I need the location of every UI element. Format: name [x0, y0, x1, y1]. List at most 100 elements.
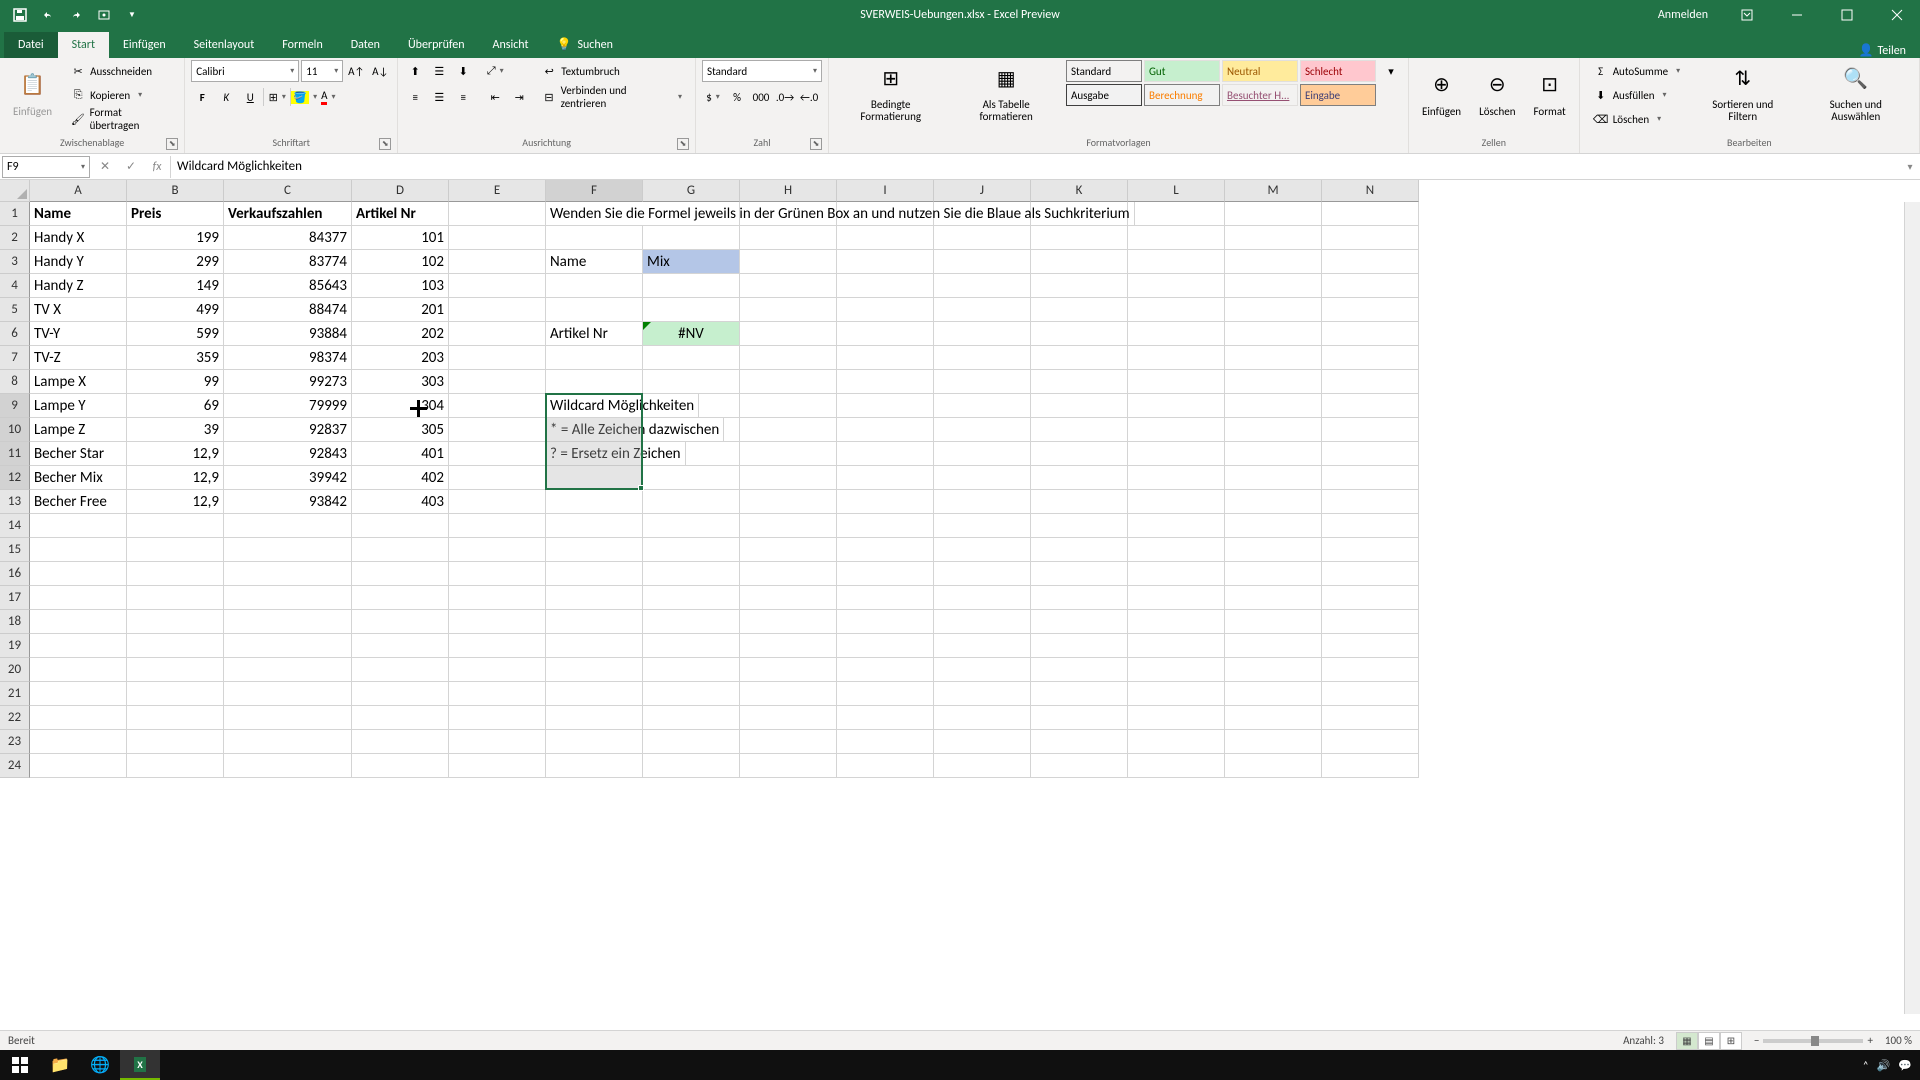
cell-E24[interactable]	[449, 754, 546, 778]
cell-G15[interactable]	[643, 538, 740, 562]
cell-E16[interactable]	[449, 562, 546, 586]
cell-B17[interactable]	[127, 586, 224, 610]
cell-F22[interactable]	[546, 706, 643, 730]
col-header-I[interactable]: I	[837, 180, 934, 202]
cell-B10[interactable]: 39	[127, 418, 224, 442]
cell-G12[interactable]	[643, 466, 740, 490]
signin-button[interactable]: Anmelden	[1646, 8, 1720, 22]
expand-formula-bar[interactable]: ▾	[1900, 160, 1920, 173]
cell-N13[interactable]	[1322, 490, 1419, 514]
cell-K6[interactable]	[1031, 322, 1128, 346]
col-header-A[interactable]: A	[30, 180, 127, 202]
cell-M4[interactable]	[1225, 274, 1322, 298]
row-header-3[interactable]: 3	[0, 250, 30, 274]
cell-N8[interactable]	[1322, 370, 1419, 394]
style-schlecht[interactable]: Schlecht	[1300, 60, 1376, 82]
cell-C10[interactable]: 92837	[224, 418, 352, 442]
cell-F21[interactable]	[546, 682, 643, 706]
cell-K19[interactable]	[1031, 634, 1128, 658]
cell-E11[interactable]	[449, 442, 546, 466]
cell-M6[interactable]	[1225, 322, 1322, 346]
cell-L6[interactable]	[1128, 322, 1225, 346]
cell-A20[interactable]	[30, 658, 127, 682]
cell-K4[interactable]	[1031, 274, 1128, 298]
cell-G14[interactable]	[643, 514, 740, 538]
currency-button[interactable]: $▾	[702, 86, 724, 108]
cell-G24[interactable]	[643, 754, 740, 778]
cell-E23[interactable]	[449, 730, 546, 754]
cell-F18[interactable]	[546, 610, 643, 634]
cell-E8[interactable]	[449, 370, 546, 394]
cell-J9[interactable]	[934, 394, 1031, 418]
cell-J3[interactable]	[934, 250, 1031, 274]
search-tell-me[interactable]: 💡Suchen	[543, 31, 627, 58]
cell-J12[interactable]	[934, 466, 1031, 490]
cell-B19[interactable]	[127, 634, 224, 658]
row-header-8[interactable]: 8	[0, 370, 30, 394]
cell-K17[interactable]	[1031, 586, 1128, 610]
cell-B12[interactable]: 12,9	[127, 466, 224, 490]
cell-K3[interactable]	[1031, 250, 1128, 274]
row-header-21[interactable]: 21	[0, 682, 30, 706]
enter-formula-button[interactable]: ✓	[118, 156, 144, 178]
cell-H8[interactable]	[740, 370, 837, 394]
cell-F13[interactable]	[546, 490, 643, 514]
cell-N7[interactable]	[1322, 346, 1419, 370]
style-berechnung[interactable]: Berechnung	[1144, 84, 1220, 106]
cell-K20[interactable]	[1031, 658, 1128, 682]
cell-N20[interactable]	[1322, 658, 1419, 682]
cell-A5[interactable]: TV X	[30, 298, 127, 322]
cell-I6[interactable]	[837, 322, 934, 346]
row-header-15[interactable]: 15	[0, 538, 30, 562]
cell-E22[interactable]	[449, 706, 546, 730]
cell-C20[interactable]	[224, 658, 352, 682]
cell-N14[interactable]	[1322, 514, 1419, 538]
cell-H24[interactable]	[740, 754, 837, 778]
cell-C9[interactable]: 79999	[224, 394, 352, 418]
cell-M21[interactable]	[1225, 682, 1322, 706]
cell-M2[interactable]	[1225, 226, 1322, 250]
cell-K8[interactable]	[1031, 370, 1128, 394]
cell-F15[interactable]	[546, 538, 643, 562]
cell-K12[interactable]	[1031, 466, 1128, 490]
col-header-K[interactable]: K	[1031, 180, 1128, 202]
cell-C12[interactable]: 39942	[224, 466, 352, 490]
comma-button[interactable]: 000	[750, 86, 772, 108]
cell-L18[interactable]	[1128, 610, 1225, 634]
cell-B18[interactable]	[127, 610, 224, 634]
cell-B13[interactable]: 12,9	[127, 490, 224, 514]
cell-G21[interactable]	[643, 682, 740, 706]
start-button[interactable]	[0, 1050, 40, 1080]
cell-G7[interactable]	[643, 346, 740, 370]
cell-M24[interactable]	[1225, 754, 1322, 778]
cell-L1[interactable]	[1128, 202, 1225, 226]
col-header-F[interactable]: F	[546, 180, 643, 202]
font-color-button[interactable]: A▾	[317, 86, 339, 108]
cell-C21[interactable]	[224, 682, 352, 706]
cell-K22[interactable]	[1031, 706, 1128, 730]
cell-M20[interactable]	[1225, 658, 1322, 682]
cell-N12[interactable]	[1322, 466, 1419, 490]
cell-L19[interactable]	[1128, 634, 1225, 658]
cell-K9[interactable]	[1031, 394, 1128, 418]
cell-B1[interactable]: Preis	[127, 202, 224, 226]
cell-H17[interactable]	[740, 586, 837, 610]
cell-D15[interactable]	[352, 538, 449, 562]
cell-F8[interactable]	[546, 370, 643, 394]
cell-I2[interactable]	[837, 226, 934, 250]
cell-J6[interactable]	[934, 322, 1031, 346]
cell-J16[interactable]	[934, 562, 1031, 586]
cell-L8[interactable]	[1128, 370, 1225, 394]
cell-K7[interactable]	[1031, 346, 1128, 370]
cell-F2[interactable]	[546, 226, 643, 250]
cell-F6[interactable]: Artikel Nr	[546, 322, 643, 346]
cell-L3[interactable]	[1128, 250, 1225, 274]
cell-A18[interactable]	[30, 610, 127, 634]
cell-E21[interactable]	[449, 682, 546, 706]
cell-B21[interactable]	[127, 682, 224, 706]
cell-C5[interactable]: 88474	[224, 298, 352, 322]
cell-B23[interactable]	[127, 730, 224, 754]
autosum-button[interactable]: ΣAutoSumme▾	[1586, 60, 1687, 82]
cell-M23[interactable]	[1225, 730, 1322, 754]
cell-N3[interactable]	[1322, 250, 1419, 274]
